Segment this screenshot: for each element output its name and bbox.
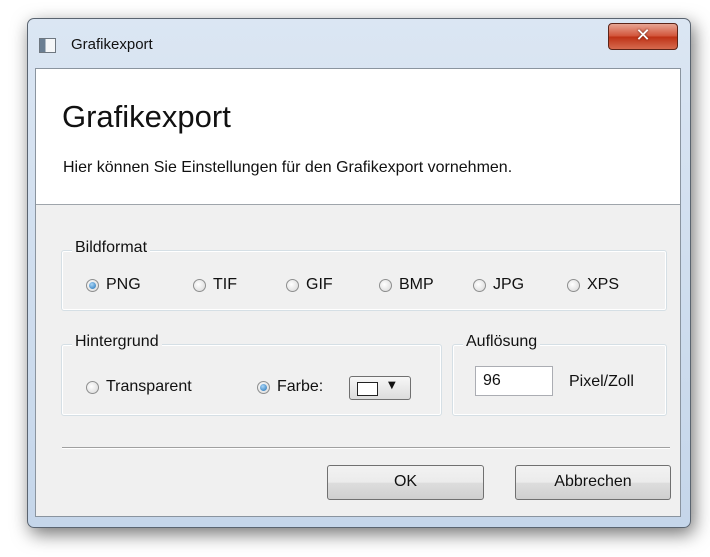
radio-png-label: PNG bbox=[106, 276, 141, 293]
bildformat-group-label: Bildformat bbox=[72, 239, 151, 257]
bildformat-group: Bildformat PNG TIF GIF BMP JPG XPS bbox=[61, 239, 667, 311]
radio-farbe-indicator[interactable] bbox=[257, 380, 270, 394]
color-swatch bbox=[357, 382, 378, 396]
dialog-header: Grafikexport Hier können Sie Einstellung… bbox=[36, 69, 680, 205]
radio-gif[interactable]: GIF bbox=[286, 276, 333, 294]
radio-jpg-indicator[interactable] bbox=[473, 278, 486, 292]
radio-xps[interactable]: XPS bbox=[567, 276, 619, 294]
radio-bmp-indicator[interactable] bbox=[379, 278, 392, 292]
dialog-window: Grafikexport ✕ Grafikexport Hier können … bbox=[27, 18, 691, 528]
radio-jpg-label: JPG bbox=[493, 276, 525, 293]
divider bbox=[62, 447, 670, 449]
app-icon bbox=[39, 38, 56, 53]
radio-transparent[interactable]: Transparent bbox=[86, 378, 192, 396]
close-button[interactable]: ✕ bbox=[608, 23, 678, 50]
ok-button[interactable]: OK bbox=[327, 465, 484, 500]
dialog-client-area: Grafikexport Hier können Sie Einstellung… bbox=[35, 68, 681, 517]
radio-xps-label: XPS bbox=[587, 276, 620, 293]
radio-transparent-indicator[interactable] bbox=[86, 380, 99, 394]
hintergrund-group-label: Hintergrund bbox=[72, 333, 162, 351]
aufloesung-group: Auflösung Pixel/Zoll bbox=[452, 333, 667, 416]
radio-png-indicator[interactable] bbox=[86, 278, 99, 292]
resolution-input[interactable] bbox=[475, 366, 553, 396]
color-picker-dropdown[interactable]: ▼ bbox=[349, 376, 411, 400]
radio-tif-label: TIF bbox=[213, 276, 237, 293]
window-title: Grafikexport bbox=[71, 36, 153, 53]
title-bar[interactable]: Grafikexport ✕ bbox=[28, 19, 690, 67]
radio-png[interactable]: PNG bbox=[86, 276, 141, 294]
radio-farbe-label: Farbe: bbox=[277, 378, 324, 395]
cancel-button[interactable]: Abbrechen bbox=[515, 465, 671, 500]
radio-gif-indicator[interactable] bbox=[286, 278, 299, 292]
aufloesung-group-label: Auflösung bbox=[463, 333, 541, 351]
page-subtitle: Hier können Sie Einstellungen für den Gr… bbox=[63, 159, 513, 176]
radio-tif-indicator[interactable] bbox=[193, 278, 206, 292]
radio-bmp[interactable]: BMP bbox=[379, 276, 434, 294]
radio-gif-label: GIF bbox=[306, 276, 333, 293]
radio-jpg[interactable]: JPG bbox=[473, 276, 524, 294]
close-icon: ✕ bbox=[635, 25, 651, 46]
radio-bmp-label: BMP bbox=[399, 276, 434, 293]
radio-transparent-label: Transparent bbox=[106, 378, 192, 395]
hintergrund-group: Hintergrund Transparent Farbe: ▼ bbox=[61, 333, 442, 416]
resolution-unit-label: Pixel/Zoll bbox=[569, 373, 634, 390]
radio-tif[interactable]: TIF bbox=[193, 276, 237, 294]
chevron-down-icon: ▼ bbox=[388, 380, 396, 391]
radio-farbe[interactable]: Farbe: bbox=[257, 378, 323, 396]
radio-xps-indicator[interactable] bbox=[567, 278, 580, 292]
page-title: Grafikexport bbox=[62, 99, 231, 134]
